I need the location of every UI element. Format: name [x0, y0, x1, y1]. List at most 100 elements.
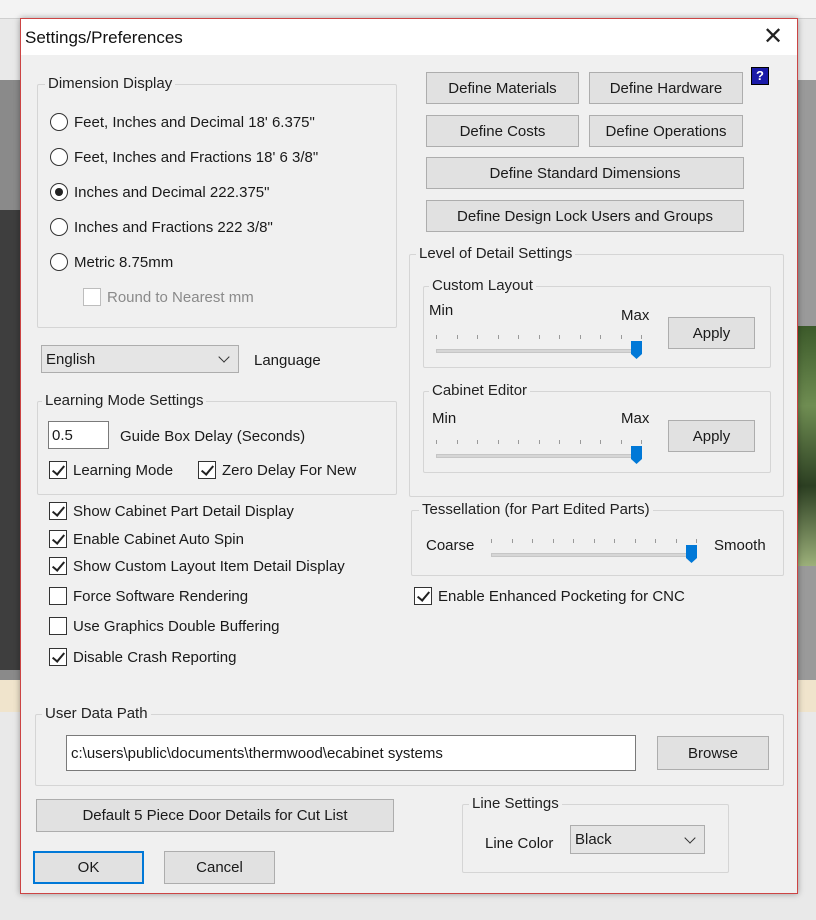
checkbox[interactable] — [49, 587, 67, 605]
custom-layout-apply-button[interactable]: Apply — [668, 317, 755, 349]
checkbox-label: Enable Enhanced Pocketing for CNC — [438, 587, 685, 605]
radio-button[interactable] — [50, 113, 68, 131]
radio-button[interactable] — [50, 218, 68, 236]
slider-thumb[interactable] — [631, 341, 642, 359]
radio-label: Inches and Fractions 222 3/8" — [74, 218, 273, 236]
tessellation-label: Tessellation (for Part Edited Parts) — [419, 501, 653, 518]
checkbox[interactable] — [414, 587, 432, 605]
radio-feet-inches-decimal[interactable]: Feet, Inches and Decimal 18' 6.375" — [50, 113, 315, 131]
cabinet-editor-min-label: Min — [432, 410, 457, 427]
checkbox[interactable] — [83, 288, 101, 306]
slider-ticks — [491, 539, 697, 543]
enable-cabinet-auto-spin-checkbox[interactable]: Enable Cabinet Auto Spin — [49, 530, 244, 548]
checkbox[interactable] — [49, 557, 67, 575]
tessellation-slider[interactable] — [491, 539, 697, 565]
line-color-select[interactable]: Black — [570, 825, 705, 854]
radio-inches-decimal[interactable]: Inches and Decimal 222.375" — [50, 183, 269, 201]
define-costs-button[interactable]: Define Costs — [426, 115, 579, 147]
custom-layout-max-label: Max — [621, 307, 650, 324]
radio-feet-inches-fractions[interactable]: Feet, Inches and Fractions 18' 6 3/8" — [50, 148, 318, 166]
define-hardware-button[interactable]: Define Hardware — [589, 72, 743, 104]
round-to-nearest-mm-checkbox[interactable]: Round to Nearest mm — [83, 288, 254, 306]
radio-button[interactable] — [50, 183, 68, 201]
disable-crash-reporting-checkbox[interactable]: Disable Crash Reporting — [49, 648, 236, 666]
checkbox[interactable] — [49, 648, 67, 666]
learning-mode-label: Learning Mode Settings — [42, 392, 207, 409]
background-window-image — [797, 326, 816, 566]
show-cabinet-part-detail-checkbox[interactable]: Show Cabinet Part Detail Display — [49, 502, 294, 520]
radio-inches-fractions[interactable]: Inches and Fractions 222 3/8" — [50, 218, 273, 236]
custom-layout-slider[interactable] — [436, 335, 642, 361]
dialog-title: Settings/Preferences — [25, 28, 183, 47]
checkbox-label: Disable Crash Reporting — [73, 648, 237, 666]
user-data-path-input[interactable]: c:\users\public\documents\thermwood\ecab… — [66, 735, 636, 771]
help-icon[interactable]: ? — [751, 67, 769, 85]
force-software-rendering-checkbox[interactable]: Force Software Rendering — [49, 587, 248, 605]
slider-thumb[interactable] — [631, 446, 642, 464]
background-floor-strip-right — [797, 680, 816, 712]
line-color-label: Line Color — [485, 835, 554, 852]
slider-ticks — [436, 440, 642, 444]
define-standard-dimensions-button[interactable]: Define Standard Dimensions — [426, 157, 744, 189]
line-color-value: Black — [575, 831, 612, 848]
checkbox-label: Enable Cabinet Auto Spin — [73, 530, 244, 548]
close-icon[interactable]: ✕ — [753, 23, 793, 51]
checkbox[interactable] — [49, 461, 67, 479]
language-value: English — [46, 350, 96, 368]
default-door-details-button[interactable]: Default 5 Piece Door Details for Cut Lis… — [36, 799, 394, 832]
cancel-button[interactable]: Cancel — [164, 851, 275, 884]
tessellation-coarse-label: Coarse — [426, 537, 475, 554]
graphics-double-buffering-checkbox[interactable]: Use Graphics Double Buffering — [49, 617, 280, 635]
ok-button[interactable]: OK — [33, 851, 144, 884]
background-toolbar — [0, 0, 816, 19]
guide-box-delay-input[interactable]: 0.5 — [48, 421, 109, 449]
line-settings-label: Line Settings — [469, 795, 562, 812]
enhanced-pocketing-checkbox[interactable]: Enable Enhanced Pocketing for CNC — [414, 587, 685, 605]
user-data-path-label: User Data Path — [42, 705, 151, 722]
dimension-display-label: Dimension Display — [45, 75, 176, 92]
slider-thumb[interactable] — [686, 545, 697, 563]
checkbox[interactable] — [49, 502, 67, 520]
radio-label: Feet, Inches and Decimal 18' 6.375" — [74, 113, 315, 131]
checkbox-label: Zero Delay For New — [222, 461, 357, 479]
radio-label: Feet, Inches and Fractions 18' 6 3/8" — [74, 148, 319, 166]
chevron-down-icon — [218, 351, 230, 363]
custom-layout-min-label: Min — [429, 302, 454, 319]
radio-button[interactable] — [50, 148, 68, 166]
checkbox-label: Show Custom Layout Item Detail Display — [73, 557, 345, 575]
cabinet-editor-apply-button[interactable]: Apply — [668, 420, 755, 452]
radio-label: Metric 8.75mm — [74, 253, 174, 271]
checkbox-label: Learning Mode — [73, 461, 174, 479]
language-select[interactable]: English — [41, 345, 239, 373]
radio-button[interactable] — [50, 253, 68, 271]
background-cabinet-render — [0, 210, 20, 670]
show-custom-layout-detail-checkbox[interactable]: Show Custom Layout Item Detail Display — [49, 557, 345, 575]
checkbox-label: Show Cabinet Part Detail Display — [73, 502, 294, 520]
title-bar[interactable]: Settings/Preferences ✕ — [21, 19, 797, 55]
checkbox-label: Use Graphics Double Buffering — [73, 617, 280, 635]
checkbox[interactable] — [49, 530, 67, 548]
cabinet-editor-slider[interactable] — [436, 440, 642, 466]
guide-box-delay-label: Guide Box Delay (Seconds) — [120, 428, 306, 445]
define-operations-button[interactable]: Define Operations — [589, 115, 743, 147]
level-of-detail-label: Level of Detail Settings — [416, 245, 576, 262]
checkbox[interactable] — [49, 617, 67, 635]
learning-mode-checkbox[interactable]: Learning Mode — [49, 461, 173, 479]
zero-delay-checkbox[interactable]: Zero Delay For New — [198, 461, 356, 479]
language-label: Language — [254, 352, 321, 369]
slider-track — [491, 553, 697, 557]
custom-layout-label: Custom Layout — [429, 277, 536, 294]
radio-label: Inches and Decimal 222.375" — [74, 183, 270, 201]
radio-metric[interactable]: Metric 8.75mm — [50, 253, 173, 271]
slider-ticks — [436, 335, 642, 339]
define-materials-button[interactable]: Define Materials — [426, 72, 579, 104]
tessellation-smooth-label: Smooth — [714, 537, 766, 554]
chevron-down-icon — [684, 831, 696, 844]
checkbox[interactable] — [198, 461, 216, 479]
cabinet-editor-label: Cabinet Editor — [429, 382, 531, 399]
slider-track — [436, 349, 642, 353]
settings-dialog: Settings/Preferences ✕ Dimension Display… — [20, 18, 798, 894]
define-design-lock-button[interactable]: Define Design Lock Users and Groups — [426, 200, 744, 232]
cabinet-editor-max-label: Max — [621, 410, 650, 427]
browse-button[interactable]: Browse — [657, 736, 769, 770]
